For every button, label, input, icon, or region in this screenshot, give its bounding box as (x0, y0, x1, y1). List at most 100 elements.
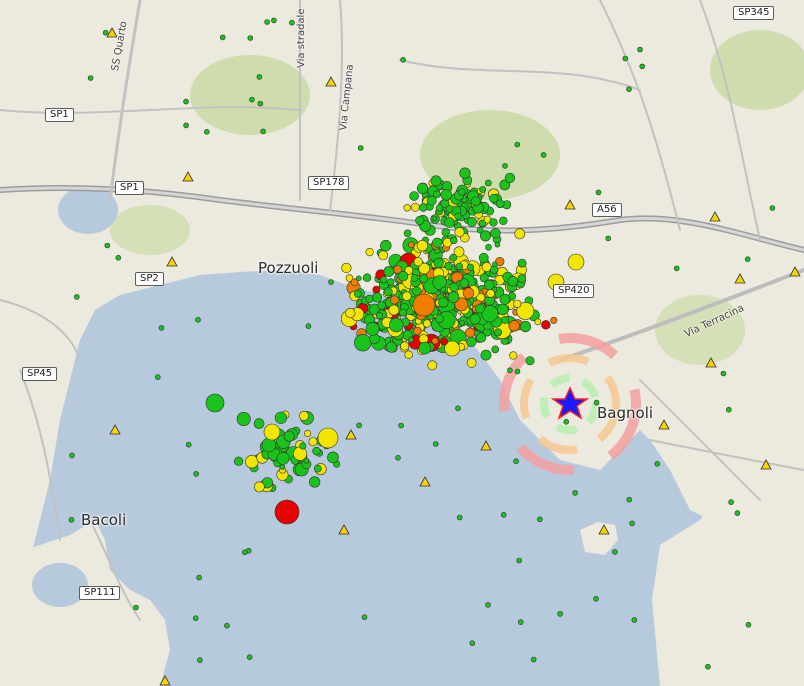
earthquake-event-icon[interactable] (430, 175, 442, 187)
earthquake-event-icon[interactable] (557, 611, 563, 617)
earthquake-event-icon[interactable] (455, 262, 463, 271)
earthquake-event-icon[interactable] (427, 360, 438, 371)
earthquake-event-icon[interactable] (158, 325, 165, 331)
map-view[interactable]: SP345 SP1 SP1 SP178 A56 SP2 SP420 SP45 S… (0, 0, 804, 686)
earthquake-event-icon[interactable] (185, 441, 192, 448)
earthquake-event-icon[interactable] (447, 291, 460, 304)
earthquake-event-icon[interactable] (395, 454, 401, 461)
earthquake-event-icon[interactable] (264, 19, 270, 25)
earthquake-event-icon[interactable] (234, 456, 244, 466)
earthquake-event-icon[interactable] (465, 327, 476, 338)
earthquake-event-icon[interactable] (410, 202, 420, 212)
earthquake-event-icon[interactable] (423, 319, 432, 328)
earthquake-event-icon[interactable] (274, 411, 288, 424)
earthquake-event-icon[interactable] (514, 141, 521, 148)
earthquake-event-icon[interactable] (605, 235, 612, 242)
earthquake-event-icon[interactable] (476, 226, 484, 234)
earthquake-event-icon[interactable] (563, 418, 570, 425)
earthquake-event-icon[interactable] (466, 336, 477, 347)
earthquake-event-icon[interactable] (312, 446, 321, 456)
earthquake-event-icon[interactable] (380, 276, 388, 284)
earthquake-event-icon[interactable] (365, 248, 374, 257)
earthquake-event-icon[interactable] (504, 172, 516, 184)
earthquake-event-icon[interactable] (355, 275, 362, 282)
earthquake-event-icon[interactable] (412, 293, 436, 317)
earthquake-event-icon[interactable] (637, 46, 643, 53)
earthquake-event-icon[interactable] (74, 294, 80, 300)
earthquake-event-icon[interactable] (466, 263, 475, 271)
earthquake-event-icon[interactable] (317, 427, 339, 449)
earthquake-event-icon[interactable] (403, 204, 411, 212)
earthquake-event-icon[interactable] (513, 458, 519, 465)
earthquake-event-icon[interactable] (304, 429, 312, 438)
earthquake-event-icon[interactable] (725, 406, 732, 413)
earthquake-event-icon[interactable] (389, 295, 399, 305)
earthquake-event-icon[interactable] (432, 441, 439, 447)
earthquake-event-icon[interactable] (404, 350, 413, 359)
earthquake-event-icon[interactable] (242, 549, 248, 556)
earthquake-event-icon[interactable] (253, 418, 265, 429)
earthquake-event-icon[interactable] (494, 241, 501, 248)
earthquake-event-icon[interactable] (769, 205, 776, 211)
earthquake-event-icon[interactable] (193, 471, 199, 477)
earthquake-event-icon[interactable] (283, 430, 295, 442)
earthquake-event-icon[interactable] (104, 242, 111, 249)
earthquake-event-icon[interactable] (516, 557, 523, 564)
earthquake-event-icon[interactable] (357, 145, 364, 151)
earthquake-event-icon[interactable] (456, 514, 463, 521)
earthquake-event-icon[interactable] (219, 34, 226, 41)
earthquake-event-icon[interactable] (408, 336, 414, 343)
earthquake-event-icon[interactable] (470, 196, 481, 206)
earthquake-event-icon[interactable] (385, 341, 398, 353)
earthquake-event-icon[interactable] (155, 374, 161, 380)
earthquake-event-icon[interactable] (183, 122, 189, 129)
earthquake-event-icon[interactable] (440, 286, 447, 293)
earthquake-event-icon[interactable] (502, 163, 508, 169)
earthquake-event-icon[interactable] (728, 499, 734, 505)
earthquake-event-icon[interactable] (383, 287, 393, 297)
earthquake-event-icon[interactable] (398, 422, 404, 429)
earthquake-event-icon[interactable] (403, 229, 412, 238)
earthquake-event-icon[interactable] (497, 303, 509, 316)
earthquake-event-icon[interactable] (308, 437, 318, 447)
earthquake-event-icon[interactable] (410, 274, 419, 282)
earthquake-event-icon[interactable] (454, 212, 462, 220)
earthquake-event-icon[interactable] (519, 321, 532, 333)
earthquake-event-icon[interactable] (612, 549, 618, 555)
earthquake-event-icon[interactable] (195, 316, 201, 323)
earthquake-event-icon[interactable] (183, 98, 189, 105)
earthquake-event-icon[interactable] (469, 313, 481, 325)
earthquake-event-icon[interactable] (413, 326, 422, 336)
earthquake-event-icon[interactable] (507, 275, 519, 287)
earthquake-event-icon[interactable] (205, 393, 225, 413)
earthquake-event-icon[interactable] (371, 292, 383, 303)
earthquake-event-icon[interactable] (69, 452, 75, 459)
triangle-icon[interactable] (109, 424, 121, 435)
triangle-icon[interactable] (338, 524, 350, 535)
earthquake-event-icon[interactable] (720, 370, 727, 377)
earthquake-event-icon[interactable] (499, 216, 508, 226)
earthquake-event-icon[interactable] (495, 199, 505, 209)
earthquake-event-icon[interactable] (525, 356, 535, 366)
earthquake-event-icon[interactable] (517, 258, 527, 268)
earthquake-event-icon[interactable] (249, 96, 255, 103)
earthquake-event-icon[interactable] (415, 215, 425, 225)
earthquake-event-icon[interactable] (639, 63, 646, 70)
earthquake-event-icon[interactable] (271, 17, 277, 24)
earthquake-event-icon[interactable] (444, 217, 455, 228)
earthquake-event-icon[interactable] (246, 654, 253, 661)
earthquake-event-icon[interactable] (402, 291, 412, 301)
earthquake-event-icon[interactable] (293, 446, 308, 461)
earthquake-event-icon[interactable] (530, 656, 537, 663)
earthquake-event-icon[interactable] (380, 239, 392, 252)
earthquake-event-icon[interactable] (449, 282, 459, 292)
earthquake-event-icon[interactable] (541, 320, 551, 330)
earthquake-event-icon[interactable] (507, 367, 513, 374)
earthquake-event-icon[interactable] (303, 457, 310, 464)
earthquake-event-icon[interactable] (514, 368, 521, 375)
earthquake-event-icon[interactable] (196, 574, 202, 581)
earthquake-event-icon[interactable] (454, 227, 465, 238)
earthquake-event-icon[interactable] (444, 262, 453, 271)
earthquake-event-icon[interactable] (377, 301, 386, 310)
earthquake-event-icon[interactable] (409, 191, 419, 201)
